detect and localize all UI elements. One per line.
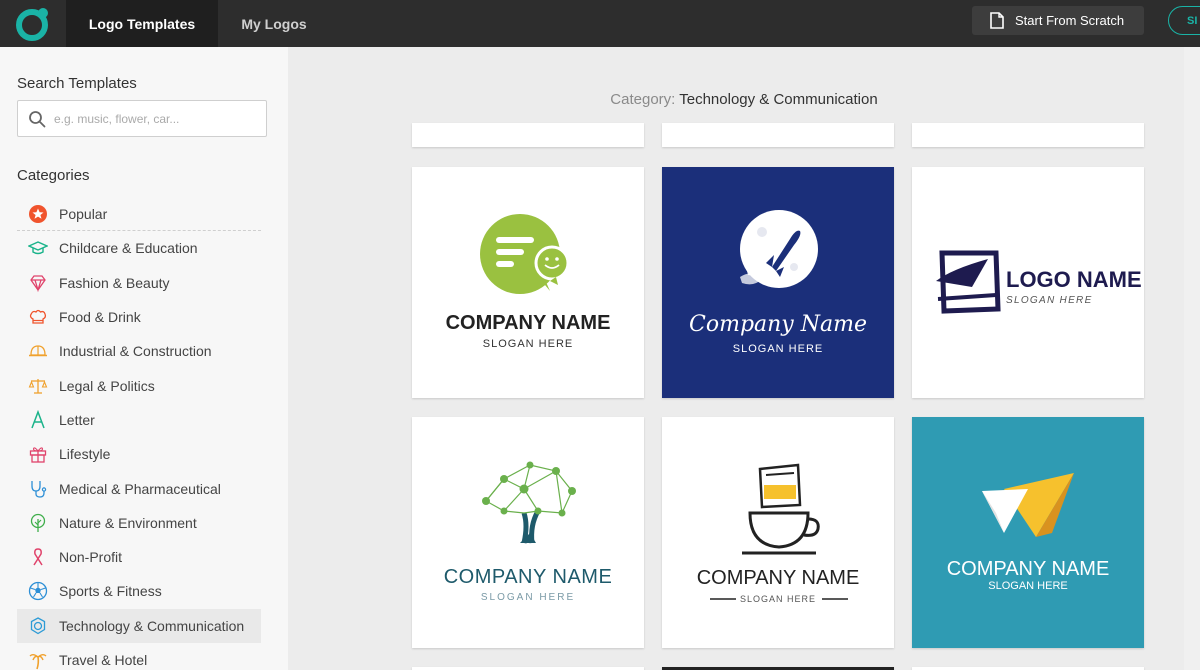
soccer-ball-icon — [28, 581, 48, 601]
rocket-moon-icon — [740, 210, 818, 288]
category-letter[interactable]: Letter — [17, 403, 261, 437]
category-lifestyle[interactable]: Lifestyle — [17, 437, 261, 471]
category-label: Sports & Fitness — [59, 583, 162, 600]
category-label: Nature & Environment — [59, 514, 197, 531]
category-name: Technology & Communication — [679, 91, 878, 108]
start-from-scratch-label: Start From Scratch — [1015, 13, 1125, 28]
slogan-text: SLOGAN HERE — [740, 594, 816, 604]
template-card[interactable]: COMPANY NAME SLOGAN HERE — [412, 167, 644, 398]
slogan-text: SLOGAN HERE — [483, 338, 573, 350]
slogan-text: SLOGAN HERE — [1006, 295, 1093, 306]
category-label: Non-Profit — [59, 549, 123, 566]
category-label: Popular — [59, 205, 108, 222]
slogan-text: SLOGAN HERE — [481, 592, 575, 603]
start-from-scratch-button[interactable]: Start From Scratch — [972, 6, 1144, 35]
chat-bubble-icon — [480, 214, 570, 294]
category-label: Food & Drink — [59, 309, 141, 326]
category-label: Legal & Politics — [59, 377, 155, 394]
company-name-text: COMPANY NAME — [697, 567, 860, 589]
category-childcare-education[interactable]: Childcare & Education — [17, 231, 261, 265]
gear-network-icon — [28, 616, 48, 636]
letter-a-icon — [28, 409, 48, 430]
chef-hat-icon — [28, 307, 48, 327]
template-card-partial[interactable] — [412, 123, 644, 147]
category-non-profit[interactable]: Non-Profit — [17, 540, 261, 574]
category-food-drink[interactable]: Food & Drink — [17, 300, 261, 334]
category-label: Childcare & Education — [59, 240, 198, 257]
category-label: Lifestyle — [59, 446, 111, 463]
top-navigation-bar: Logo Templates My Logos Start From Scrat… — [0, 0, 1200, 47]
category-travel-hotel[interactable]: Travel & Hotel — [17, 643, 261, 670]
category-label: Industrial & Construction — [59, 343, 212, 360]
ribbon-icon — [28, 547, 48, 567]
logo-name-text: LOGO NAME — [1006, 267, 1142, 292]
template-gallery: Category: Technology & Communication COM… — [288, 47, 1200, 670]
document-icon — [990, 12, 1004, 29]
tab-my-logos[interactable]: My Logos — [218, 0, 330, 47]
tab-logo-templates[interactable]: Logo Templates — [66, 0, 218, 47]
category-industrial-construction[interactable]: Industrial & Construction — [17, 334, 261, 368]
category-list: Popular Childcare & Education Fashion & … — [17, 197, 261, 670]
company-name-text: Company Name — [689, 312, 867, 337]
origami-triangle-icon — [982, 473, 1074, 537]
page-scrollbar[interactable] — [1184, 47, 1200, 670]
category-technology-communication[interactable]: Technology & Communication — [17, 608, 261, 643]
search-box — [17, 100, 267, 137]
tree-icon — [28, 513, 48, 533]
category-label: Medical & Pharmaceutical — [59, 480, 221, 497]
network-tree-icon — [482, 461, 576, 544]
hard-hat-icon — [28, 341, 48, 361]
category-fashion-beauty[interactable]: Fashion & Beauty — [17, 266, 261, 300]
brand-logo[interactable] — [0, 0, 66, 47]
brand-logo-icon — [16, 7, 48, 41]
star-icon — [28, 204, 48, 224]
sidebar: Search Templates Categories Popular Chil… — [0, 47, 288, 670]
gift-icon — [28, 444, 48, 464]
template-card[interactable]: COMPANY NAME SLOGAN HERE — [912, 417, 1144, 648]
category-heading: Category: Technology & Communication — [288, 91, 1200, 108]
template-card[interactable]: Company Name SLOGAN HERE — [662, 167, 894, 398]
scales-icon — [28, 376, 48, 396]
category-prefix: Category: — [610, 91, 676, 108]
category-medical-pharmaceutical[interactable]: Medical & Pharmaceutical — [17, 471, 261, 505]
category-label: Fashion & Beauty — [59, 274, 170, 291]
diamond-icon — [28, 273, 48, 293]
search-icon — [29, 111, 46, 128]
sign-in-label: SI — [1187, 14, 1198, 27]
category-label: Technology & Communication — [59, 617, 245, 634]
search-input[interactable] — [54, 109, 259, 129]
company-name-text: COMPANY NAME — [446, 312, 611, 334]
template-card-partial[interactable] — [912, 123, 1144, 147]
template-card-partial[interactable] — [662, 123, 894, 147]
graduation-cap-icon — [28, 238, 48, 258]
slogan-text: SLOGAN HERE — [733, 343, 823, 355]
template-card[interactable]: COMPANY NAME SLOGAN HERE — [412, 417, 644, 648]
category-label: Letter — [59, 411, 95, 428]
category-nature-environment[interactable]: Nature & Environment — [17, 506, 261, 540]
category-popular[interactable]: Popular — [17, 197, 261, 232]
category-label: Travel & Hotel — [59, 652, 148, 668]
category-sports-fitness[interactable]: Sports & Fitness — [17, 574, 261, 608]
template-card[interactable]: LOGO NAME SLOGAN HERE — [912, 167, 1144, 398]
categories-heading: Categories — [17, 167, 90, 184]
company-name-text: COMPANY NAME — [444, 566, 613, 588]
stethoscope-icon — [28, 479, 48, 499]
coffee-cup-icon — [742, 463, 820, 555]
search-templates-heading: Search Templates — [17, 75, 137, 92]
company-name-text: COMPANY NAME — [947, 558, 1110, 580]
laptop-swoosh-icon — [936, 250, 1001, 314]
template-card[interactable]: COMPANY NAME SLOGAN HERE — [662, 417, 894, 648]
palm-tree-icon — [28, 650, 48, 670]
slogan-text: SLOGAN HERE — [988, 580, 1067, 592]
sign-in-button[interactable]: SI — [1168, 6, 1200, 35]
category-legal-politics[interactable]: Legal & Politics — [17, 368, 261, 402]
